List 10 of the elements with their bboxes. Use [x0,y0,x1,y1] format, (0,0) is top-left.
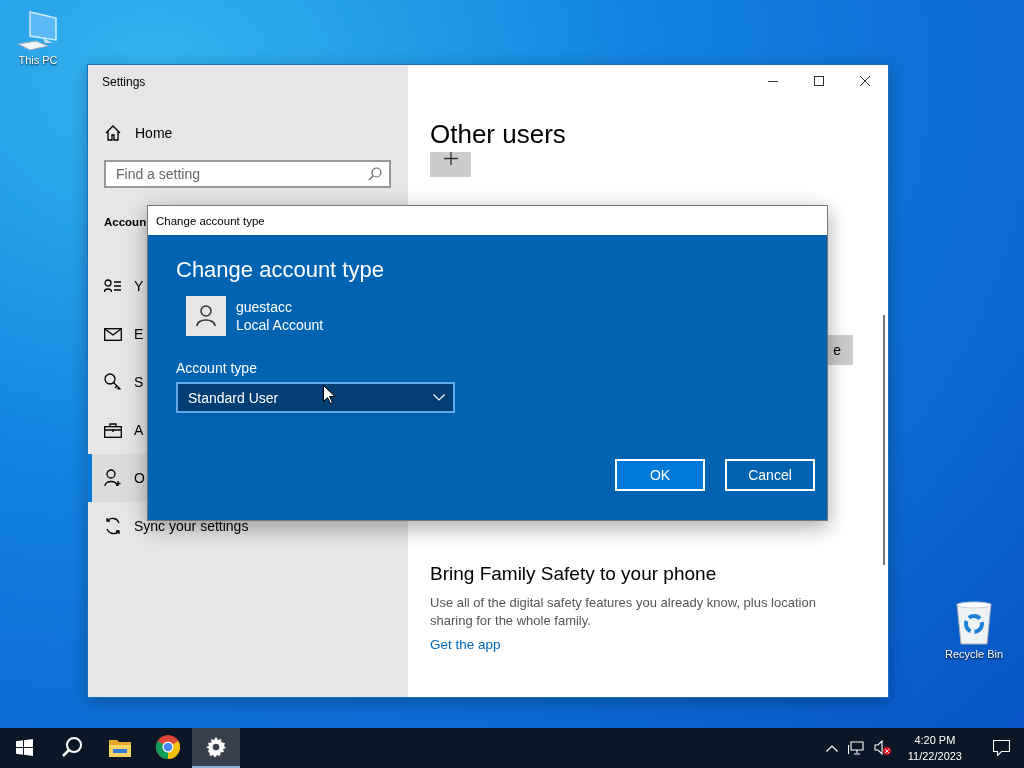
user-name: guestacc [236,299,294,315]
section-title: Bring Family Safety to your phone [430,563,718,585]
field-label: Account type [176,360,258,376]
page-heading: Other users [430,119,567,150]
window-title: Settings [102,75,147,89]
dialog-heading: Change account type [176,257,385,283]
section-description: Use all of the digital safety features you already know, plus location sharing for the whole family. [430,594,817,630]
account-kind: Local Account [236,317,324,333]
dialog-title: Change account type [156,214,265,227]
section-heading: Accoun [104,216,147,228]
